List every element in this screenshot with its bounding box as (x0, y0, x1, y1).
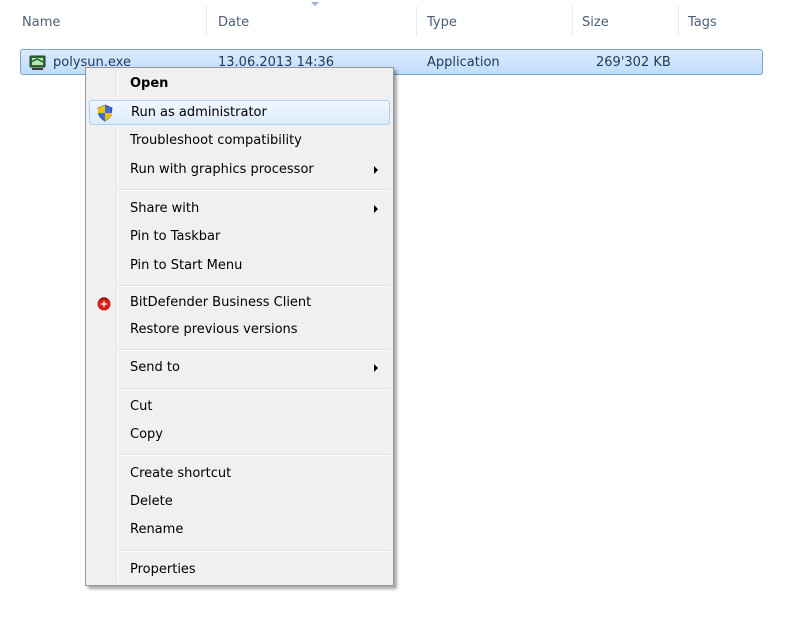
menu-separator (119, 550, 389, 552)
menu-item-label: Open (130, 76, 169, 91)
menu-item-run-as-administrator[interactable]: Run as administrator (89, 100, 390, 125)
menu-item-run-with-graphics-processor[interactable]: Run with graphics processor (89, 158, 390, 183)
menu-item-cut[interactable]: Cut (89, 395, 390, 420)
menu-separator (119, 189, 389, 191)
menu-item-label: Send to (130, 360, 180, 375)
menu-item-rename[interactable]: Rename (89, 518, 390, 543)
menu-item-bitdefender[interactable]: BitDefender Business Client (89, 291, 390, 316)
file-type: Application (427, 55, 500, 70)
menu-item-label: Rename (130, 522, 184, 537)
submenu-arrow-icon (374, 166, 378, 174)
menu-item-send-to[interactable]: Send to (89, 356, 390, 381)
menu-item-label: Run as administrator (131, 105, 267, 120)
menu-item-label: Pin to Taskbar (130, 229, 221, 244)
column-tags[interactable]: Tags (688, 15, 717, 30)
column-date[interactable]: Date (218, 15, 249, 30)
uac-shield-icon (97, 104, 113, 122)
menu-item-properties[interactable]: Properties (89, 558, 390, 583)
submenu-arrow-icon (374, 205, 378, 213)
context-menu: Open Run as administrator Troubleshoot c… (85, 67, 394, 586)
menu-separator (119, 388, 389, 390)
menu-item-pin-to-start-menu[interactable]: Pin to Start Menu (89, 254, 390, 279)
menu-item-label: Copy (130, 427, 163, 442)
menu-item-label: Troubleshoot compatibility (130, 133, 302, 148)
menu-separator (119, 454, 389, 456)
menu-item-label: Pin to Start Menu (130, 258, 243, 273)
column-divider[interactable] (678, 6, 679, 36)
menu-item-label: Cut (130, 399, 153, 414)
column-size[interactable]: Size (582, 15, 609, 30)
menu-item-label: BitDefender Business Client (130, 295, 312, 310)
menu-item-label: Delete (130, 494, 173, 509)
menu-item-label: Restore previous versions (130, 322, 298, 337)
column-divider[interactable] (206, 6, 207, 36)
menu-item-create-shortcut[interactable]: Create shortcut (89, 462, 390, 487)
menu-item-label: Run with graphics processor (130, 162, 314, 177)
bitdefender-icon (97, 297, 111, 311)
menu-item-delete[interactable]: Delete (89, 490, 390, 515)
menu-item-label: Create shortcut (130, 466, 232, 481)
column-name[interactable]: Name (22, 15, 60, 30)
application-icon (29, 55, 46, 70)
menu-item-label: Properties (130, 562, 196, 577)
column-type[interactable]: Type (427, 15, 457, 30)
menu-separator (119, 285, 389, 287)
menu-item-restore-previous-versions[interactable]: Restore previous versions (89, 318, 390, 343)
menu-item-open[interactable]: Open (89, 72, 390, 97)
submenu-arrow-icon (374, 364, 378, 372)
sort-indicator-icon (311, 2, 319, 6)
column-divider[interactable] (572, 6, 573, 36)
file-size: 269'302 KB (596, 55, 671, 70)
menu-item-label: Share with (130, 201, 200, 216)
menu-item-share-with[interactable]: Share with (89, 197, 390, 222)
menu-separator (119, 349, 389, 351)
column-header: Name Date Type Size Tags (0, 0, 789, 42)
menu-item-copy[interactable]: Copy (89, 423, 390, 448)
menu-item-troubleshoot-compatibility[interactable]: Troubleshoot compatibility (89, 129, 390, 154)
menu-item-pin-to-taskbar[interactable]: Pin to Taskbar (89, 225, 390, 250)
column-divider[interactable] (416, 6, 417, 36)
